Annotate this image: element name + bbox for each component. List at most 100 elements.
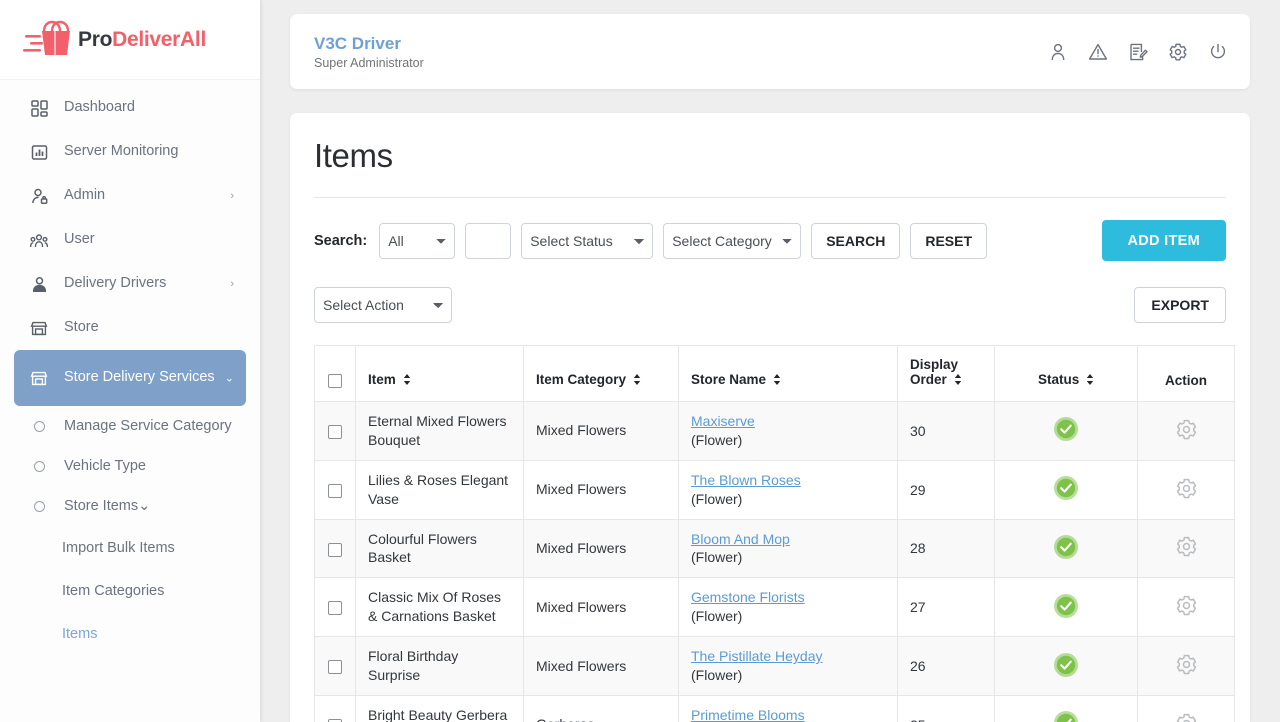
select-all-checkbox[interactable] bbox=[328, 374, 342, 388]
cell-status bbox=[994, 401, 1138, 461]
sidebar-item-dashboard[interactable]: Dashboard bbox=[14, 86, 246, 130]
sidebar-item-store[interactable]: Store bbox=[14, 306, 246, 350]
add-item-button[interactable]: ADD ITEM bbox=[1101, 220, 1226, 261]
sort-icon[interactable] bbox=[633, 373, 641, 388]
filter-bar: Search: All Select Status Select Categor… bbox=[314, 220, 1226, 261]
category-filter-select[interactable]: Select Category bbox=[663, 222, 802, 259]
row-checkbox[interactable] bbox=[328, 601, 342, 616]
store-icon bbox=[26, 320, 52, 337]
reset-button[interactable]: RESET bbox=[910, 222, 988, 259]
column-header-display-order[interactable]: Display Order bbox=[897, 345, 995, 402]
sidebar-item-store-delivery-services[interactable]: Store Delivery Services ⌄ bbox=[14, 350, 246, 406]
status-active-icon[interactable] bbox=[1053, 593, 1079, 619]
row-checkbox[interactable] bbox=[328, 542, 342, 557]
shopping-bag-delivery-logo bbox=[22, 19, 78, 61]
warning-triangle-icon[interactable] bbox=[1088, 42, 1108, 62]
profile-icon[interactable] bbox=[1048, 42, 1068, 62]
brand-text-pro: Pro bbox=[78, 27, 113, 51]
sidebar-item-admin[interactable]: Admin › bbox=[14, 174, 246, 218]
status-active-icon[interactable] bbox=[1053, 416, 1079, 442]
settings-gear-icon[interactable] bbox=[1175, 653, 1198, 676]
column-header-item[interactable]: Item bbox=[355, 345, 524, 402]
page-title: Items bbox=[314, 137, 393, 174]
search-button[interactable]: SEARCH bbox=[811, 222, 901, 259]
cell-store-name: Maxiserve (Flower) bbox=[678, 401, 898, 461]
sidebar-item-user[interactable]: User bbox=[14, 218, 246, 262]
sidebar-item-delivery-drivers[interactable]: Delivery Drivers › bbox=[14, 262, 246, 306]
status-active-icon[interactable] bbox=[1053, 710, 1079, 722]
bar-chart-icon bbox=[26, 144, 52, 161]
sidebar-item-item-categories[interactable]: Item Categories bbox=[14, 569, 246, 612]
topbar-subtitle: Super Administrator bbox=[314, 56, 424, 71]
table-row: Bright Beauty Gerbera Floral BouquetGerb… bbox=[314, 694, 1235, 722]
sort-icon[interactable] bbox=[403, 373, 411, 388]
brand-logo-area[interactable]: ProDeliverAll bbox=[0, 0, 260, 80]
row-select-cell bbox=[314, 401, 356, 461]
status-active-icon[interactable] bbox=[1053, 475, 1079, 501]
cell-action bbox=[1137, 694, 1235, 722]
bulk-action-select[interactable]: Select Action bbox=[314, 287, 452, 323]
cell-item: Classic Mix Of Roses & Carnations Basket bbox=[355, 577, 524, 638]
sidebar-item-server-monitoring[interactable]: Server Monitoring bbox=[14, 130, 246, 174]
column-label: Action bbox=[1165, 373, 1207, 388]
store-link[interactable]: The Blown Roses bbox=[691, 471, 885, 490]
sort-icon[interactable] bbox=[1086, 373, 1094, 388]
sidebar-item-items[interactable]: Items bbox=[14, 612, 246, 655]
sidebar-item-store-items[interactable]: Store Items ⌄ bbox=[14, 486, 246, 526]
store-sub-label: (Flower) bbox=[691, 549, 743, 566]
row-checkbox[interactable] bbox=[328, 483, 342, 498]
store-link[interactable]: The Pistillate Heyday bbox=[691, 647, 885, 666]
sidebar-item-label: Store Delivery Services bbox=[64, 369, 215, 386]
table-header-row: Item Item Category Store Name Display Or… bbox=[314, 345, 1235, 402]
topbar-title[interactable]: V3C Driver bbox=[314, 33, 424, 54]
search-scope-select[interactable]: All bbox=[379, 222, 456, 259]
status-active-icon[interactable] bbox=[1053, 534, 1079, 560]
users-group-icon bbox=[26, 232, 52, 249]
settings-gear-icon[interactable] bbox=[1175, 418, 1198, 441]
sidebar-item-label: Admin bbox=[64, 187, 106, 204]
sort-icon[interactable] bbox=[954, 373, 962, 388]
sidebar-item-label: Vehicle Type bbox=[64, 458, 146, 474]
store-link[interactable]: Bloom And Mop bbox=[691, 530, 885, 549]
sidebar-item-manage-service-category[interactable]: Manage Service Category bbox=[14, 406, 246, 446]
sort-icon[interactable] bbox=[773, 373, 781, 388]
sidebar-item-vehicle-type[interactable]: Vehicle Type bbox=[14, 446, 246, 486]
topbar-icon-group bbox=[1048, 42, 1228, 62]
status-active-icon[interactable] bbox=[1053, 652, 1079, 678]
column-label: Item bbox=[368, 372, 396, 388]
store-link[interactable]: Maxiserve bbox=[691, 412, 885, 431]
edit-document-icon[interactable] bbox=[1128, 42, 1148, 62]
cell-display-order: 27 bbox=[897, 577, 995, 638]
status-filter-select[interactable]: Select Status bbox=[521, 222, 654, 259]
action-bar: Select Action EXPORT bbox=[314, 287, 1226, 323]
topbar: V3C Driver Super Administrator bbox=[290, 14, 1250, 89]
export-button[interactable]: EXPORT bbox=[1134, 287, 1226, 323]
sidebar-item-import-bulk-items[interactable]: Import Bulk Items bbox=[14, 526, 246, 569]
settings-gear-icon[interactable] bbox=[1175, 477, 1198, 500]
settings-gear-icon[interactable] bbox=[1168, 42, 1188, 62]
settings-gear-icon[interactable] bbox=[1175, 594, 1198, 617]
cell-item-category: Mixed Flowers bbox=[523, 401, 679, 461]
search-input[interactable] bbox=[465, 222, 512, 259]
cell-status bbox=[994, 459, 1138, 520]
row-checkbox[interactable] bbox=[328, 660, 342, 675]
column-header-status[interactable]: Status bbox=[994, 345, 1138, 402]
title-divider bbox=[314, 197, 1226, 198]
cell-item-category: Mixed Flowers bbox=[523, 459, 679, 520]
column-header-store-name[interactable]: Store Name bbox=[678, 345, 898, 402]
cell-store-name: Primetime Blooms(Flower) bbox=[678, 694, 898, 722]
cell-display-order: 28 bbox=[897, 518, 995, 579]
settings-gear-icon[interactable] bbox=[1175, 535, 1198, 558]
column-header-item-category[interactable]: Item Category bbox=[523, 345, 679, 402]
power-icon[interactable] bbox=[1208, 42, 1228, 62]
cell-item-category: Mixed Flowers bbox=[523, 577, 679, 638]
sidebar-item-label: Server Monitoring bbox=[64, 143, 179, 160]
row-checkbox[interactable] bbox=[328, 425, 342, 440]
store-link[interactable]: Primetime Blooms bbox=[691, 706, 885, 722]
settings-gear-icon[interactable] bbox=[1175, 712, 1198, 722]
store-sub-label: (Flower) bbox=[691, 490, 743, 507]
column-label: Store Name bbox=[691, 372, 767, 388]
store-link[interactable]: Gemstone Florists bbox=[691, 588, 885, 607]
cell-status bbox=[994, 577, 1138, 638]
admin-user-lock-icon bbox=[26, 188, 52, 205]
